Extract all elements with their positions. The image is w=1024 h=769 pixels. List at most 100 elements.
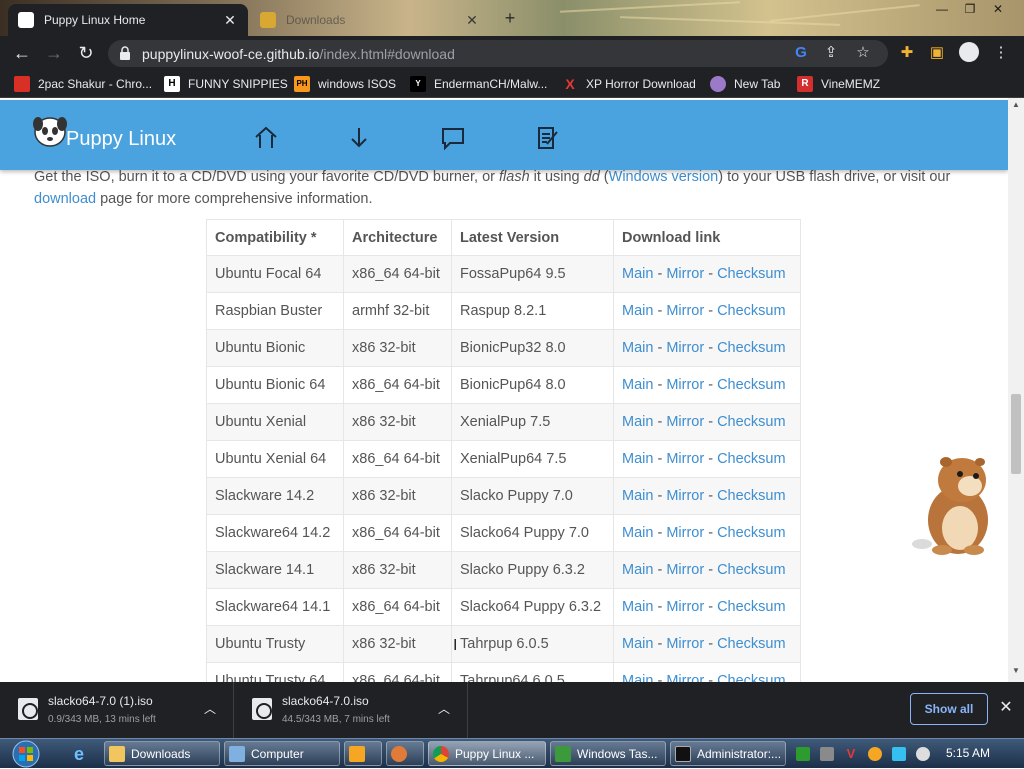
main-download-link[interactable]: Main: [622, 525, 653, 541]
bookmark-star-icon[interactable]: ☆: [852, 42, 874, 64]
minimize-button[interactable]: —: [928, 0, 956, 20]
puppy-logo-icon[interactable]: [32, 114, 68, 148]
mirror-download-link[interactable]: Mirror: [666, 451, 704, 467]
windows-version-link[interactable]: Windows version: [609, 169, 719, 185]
task-puppy-linux[interactable]: Puppy Linux ...: [428, 741, 546, 766]
tab-downloads[interactable]: Downloads ✕: [250, 4, 490, 36]
menu-kebab-icon[interactable]: ⋮: [990, 42, 1012, 64]
google-lens-icon[interactable]: G: [790, 42, 812, 64]
mirror-download-link[interactable]: Mirror: [666, 599, 704, 615]
mirror-download-link[interactable]: Mirror: [666, 673, 704, 682]
checksum-link[interactable]: Checksum: [717, 673, 786, 682]
main-download-link[interactable]: Main: [622, 266, 653, 282]
checksum-link[interactable]: Checksum: [717, 414, 786, 430]
checksum-link[interactable]: Checksum: [717, 599, 786, 615]
main-download-link[interactable]: Main: [622, 562, 653, 578]
main-download-link[interactable]: Main: [622, 414, 653, 430]
tray-volume-icon[interactable]: [916, 747, 930, 761]
share-icon[interactable]: ⇪: [820, 42, 842, 64]
bookmark-new-tab[interactable]: New Tab: [710, 75, 780, 93]
media-player-icon: [349, 745, 365, 762]
download-page-link[interactable]: download: [34, 191, 96, 207]
mirror-download-link[interactable]: Mirror: [666, 266, 704, 282]
main-download-link[interactable]: Main: [622, 488, 653, 504]
bookmark-vinememz[interactable]: R VineMEMZ: [797, 75, 880, 93]
tray-v-icon[interactable]: V: [844, 747, 858, 761]
extensions-icon[interactable]: ✚: [896, 42, 918, 64]
checksum-link[interactable]: Checksum: [717, 451, 786, 467]
tray-gear-icon[interactable]: [820, 747, 834, 761]
tray-monitor-icon[interactable]: [892, 747, 906, 761]
task-media-player[interactable]: [344, 741, 382, 766]
mirror-download-link[interactable]: Mirror: [666, 377, 704, 393]
main-download-link[interactable]: Main: [622, 377, 653, 393]
bookmark-windows-isos[interactable]: PH windows ISOS: [294, 75, 396, 93]
download-arrow-icon[interactable]: [345, 124, 373, 152]
task-windows-task-manager[interactable]: Windows Tas...: [550, 741, 666, 766]
checksum-link[interactable]: Checksum: [717, 636, 786, 652]
mirror-download-link[interactable]: Mirror: [666, 414, 704, 430]
main-download-link[interactable]: Main: [622, 599, 653, 615]
reload-button[interactable]: ↻: [74, 41, 98, 65]
checksum-link[interactable]: Checksum: [717, 340, 786, 356]
checksum-link[interactable]: Checksum: [717, 488, 786, 504]
mirror-download-link[interactable]: Mirror: [666, 340, 704, 356]
sidebar-icon[interactable]: ▣: [926, 42, 948, 64]
chevron-up-icon[interactable]: ︿: [204, 700, 216, 717]
mirror-download-link[interactable]: Mirror: [666, 562, 704, 578]
scroll-up-icon[interactable]: ▲: [1011, 100, 1021, 109]
address-bar[interactable]: puppylinux-woof-ce.github.io/index.html#…: [108, 40, 888, 67]
bookmark-2pac[interactable]: 2pac Shakur - Chro...: [14, 75, 152, 93]
internet-explorer-icon[interactable]: e: [68, 743, 90, 765]
tray-green-icon[interactable]: [796, 747, 810, 761]
checksum-link[interactable]: Checksum: [717, 377, 786, 393]
home-icon[interactable]: [252, 124, 280, 152]
mirror-download-link[interactable]: Mirror: [666, 525, 704, 541]
task-downloads[interactable]: Downloads: [104, 741, 220, 766]
chevron-up-icon[interactable]: ︿: [438, 700, 450, 717]
main-download-link[interactable]: Main: [622, 673, 653, 682]
page-scrollbar[interactable]: ▲ ▼: [1008, 98, 1024, 682]
bookmark-endermanch[interactable]: Y EndermanCH/Malw...: [410, 75, 547, 93]
new-tab-button[interactable]: +: [500, 8, 520, 28]
download-item[interactable]: slacko64-7.0.iso 44.5/343 MB, 7 mins lef…: [234, 682, 468, 738]
bookmark-xp-horror[interactable]: X XP Horror Download: [562, 75, 696, 93]
bookmark-label: 2pac Shakur - Chro...: [38, 77, 153, 91]
task-administrator-cmd[interactable]: Administrator:...: [670, 741, 786, 766]
forward-button[interactable]: →: [42, 41, 66, 65]
back-button[interactable]: ←: [10, 41, 34, 65]
main-download-link[interactable]: Main: [622, 340, 653, 356]
show-all-downloads-button[interactable]: Show all: [910, 693, 988, 725]
main-download-link[interactable]: Main: [622, 451, 653, 467]
edit-doc-icon[interactable]: [533, 124, 561, 152]
bookmark-funny-snippies[interactable]: H FUNNY SNIPPIES: [164, 75, 288, 93]
task-app[interactable]: [386, 741, 424, 766]
tab-puppy-linux-home[interactable]: Puppy Linux Home ✕: [8, 4, 248, 36]
tab-close-icon[interactable]: ✕: [464, 12, 480, 29]
scrollbar-thumb[interactable]: [1011, 394, 1021, 474]
mirror-download-link[interactable]: Mirror: [666, 636, 704, 652]
chat-icon[interactable]: [439, 124, 467, 152]
checksum-link[interactable]: Checksum: [717, 562, 786, 578]
folder-icon: [109, 745, 125, 762]
checksum-link[interactable]: Checksum: [717, 525, 786, 541]
checksum-link[interactable]: Checksum: [717, 303, 786, 319]
tab-close-icon[interactable]: ✕: [222, 12, 238, 29]
scroll-down-icon[interactable]: ▼: [1011, 666, 1021, 675]
tray-search-icon[interactable]: [868, 747, 882, 761]
mirror-download-link[interactable]: Mirror: [666, 303, 704, 319]
main-download-link[interactable]: Main: [622, 636, 653, 652]
main-download-link[interactable]: Main: [622, 303, 653, 319]
mirror-download-link[interactable]: Mirror: [666, 488, 704, 504]
maximize-button[interactable]: ❐: [956, 0, 984, 20]
profile-avatar-icon[interactable]: [958, 42, 980, 64]
site-brand[interactable]: Puppy Linux: [66, 128, 176, 151]
task-computer[interactable]: Computer: [224, 741, 340, 766]
computer-icon: [229, 745, 245, 762]
download-item[interactable]: slacko64-7.0 (1).iso 0.9/343 MB, 13 mins…: [0, 682, 234, 738]
start-orb-icon[interactable]: [8, 739, 44, 769]
checksum-link[interactable]: Checksum: [717, 266, 786, 282]
taskbar-clock[interactable]: 5:15 AM: [946, 746, 990, 760]
window-close-button[interactable]: ✕: [984, 0, 1012, 20]
close-shelf-icon[interactable]: ✕: [996, 698, 1016, 718]
